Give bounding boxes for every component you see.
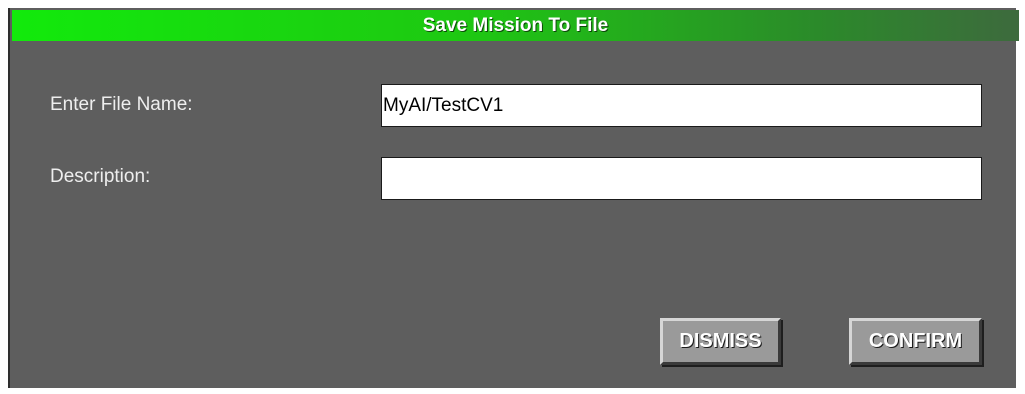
save-mission-dialog: Save Mission To File Enter File Name: My… — [8, 8, 1019, 388]
dialog-title-bar: Save Mission To File — [12, 10, 1019, 41]
dismiss-button[interactable]: DISMISS — [660, 318, 781, 365]
dismiss-button-label: DISMISS — [679, 330, 762, 352]
dialog-title: Save Mission To File — [422, 15, 609, 36]
confirm-button-label: CONFIRM — [868, 330, 963, 352]
description-field[interactable] — [381, 157, 982, 200]
file-name-label: Enter File Name: — [50, 94, 193, 115]
description-label: Description: — [50, 166, 151, 187]
file-name-field[interactable]: MyAI/TestCV1 — [381, 84, 982, 127]
confirm-button[interactable]: CONFIRM — [849, 318, 982, 365]
